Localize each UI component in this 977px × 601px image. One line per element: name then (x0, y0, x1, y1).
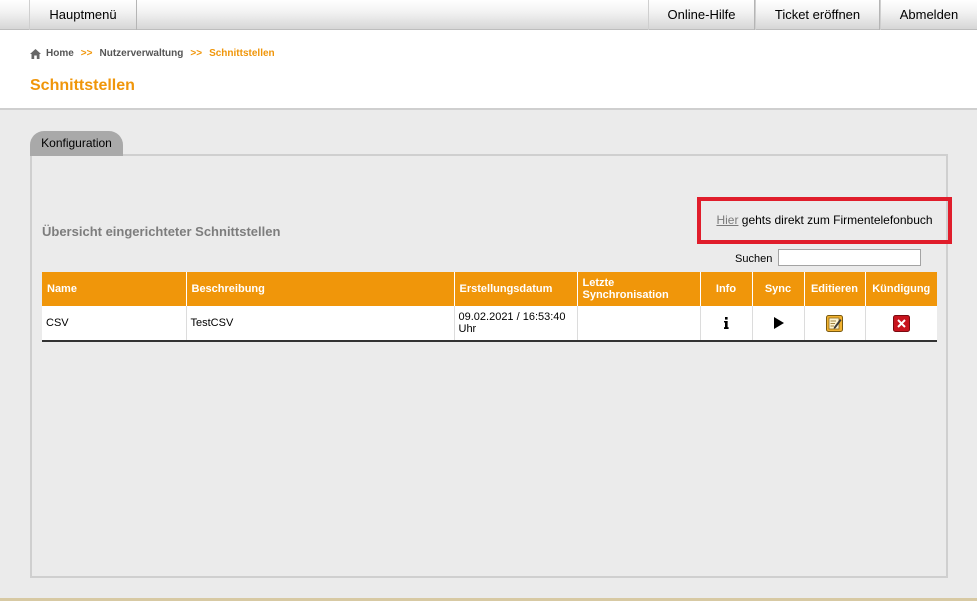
search-input[interactable] (778, 249, 921, 266)
column-header-cancel: Kündigung (865, 272, 937, 306)
phonebook-hint-text: gehts direkt zum Firmentelefonbuch (738, 213, 933, 227)
cell-description: TestCSV (186, 306, 455, 342)
breadcrumb-home-link[interactable]: Home (46, 48, 74, 59)
column-header-name[interactable]: Name (42, 272, 187, 306)
online-help-button[interactable]: Online-Hilfe (648, 0, 755, 30)
edit-icon[interactable] (826, 314, 843, 332)
cell-cancel (865, 306, 937, 342)
cell-created: 09.02.2021 / 16:53:40 Uhr (454, 306, 578, 342)
search-label: Suchen (735, 253, 773, 265)
breadcrumb: Home >> Nutzerverwaltung >> Schnittstell… (30, 48, 275, 59)
main-menu-button[interactable]: Hauptmenü (29, 0, 137, 30)
home-icon (30, 48, 41, 59)
cell-last-sync (577, 306, 701, 342)
close-icon[interactable] (892, 314, 910, 332)
breadcrumb-separator: >> (190, 48, 203, 59)
breadcrumb-current: Schnittstellen (209, 48, 275, 59)
info-icon[interactable] (723, 317, 729, 330)
column-header-info: Info (700, 272, 753, 306)
column-header-created[interactable]: Erstellungsdatum (454, 272, 578, 306)
phonebook-link[interactable]: Hier (716, 213, 738, 227)
play-icon[interactable] (773, 317, 784, 330)
column-header-last-sync[interactable]: Letzte Synchronisation (577, 272, 701, 306)
tab-configuration[interactable]: Konfiguration (30, 131, 123, 156)
table-row: CSV TestCSV 09.02.2021 / 16:53:40 Uhr (42, 306, 937, 342)
table-header-row: Name Beschreibung Erstellungsdatum Letzt… (42, 272, 937, 306)
logout-button[interactable]: Abmelden (880, 0, 977, 30)
section-title: Übersicht eingerichteter Schnittstellen (42, 224, 281, 239)
cell-name: CSV (42, 306, 187, 342)
breadcrumb-separator: >> (80, 48, 93, 59)
column-header-description[interactable]: Beschreibung (186, 272, 455, 306)
breadcrumb-users-link[interactable]: Nutzerverwaltung (99, 48, 183, 59)
cell-sync (752, 306, 805, 342)
cell-edit (804, 306, 866, 342)
interfaces-table: Name Beschreibung Erstellungsdatum Letzt… (42, 272, 937, 342)
column-header-edit: Editieren (804, 272, 866, 306)
open-ticket-button[interactable]: Ticket eröffnen (755, 0, 880, 30)
cell-info (700, 306, 753, 342)
column-header-sync: Sync (752, 272, 805, 306)
top-navigation: Hauptmenü Online-Hilfe Ticket eröffnen A… (0, 0, 977, 30)
page-title: Schnittstellen (30, 77, 135, 94)
phonebook-hint-box: Hier gehts direkt zum Firmentelefonbuch (697, 197, 952, 244)
